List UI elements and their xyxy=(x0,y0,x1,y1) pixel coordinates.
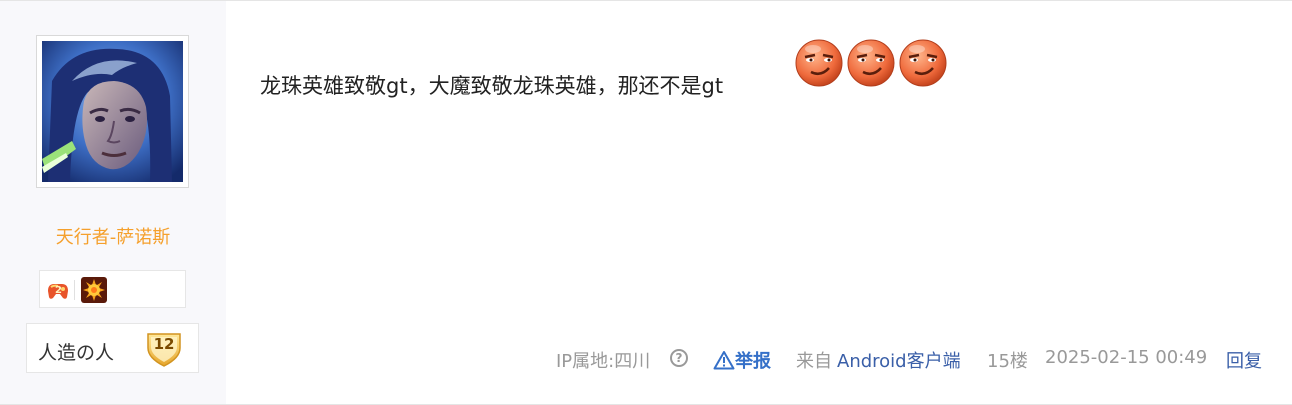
avatar[interactable] xyxy=(42,41,183,182)
post-datetime: 2025-02-15 00:49 xyxy=(1045,347,1208,368)
android-client-link[interactable]: Android客户端 xyxy=(837,347,961,373)
badge-row: 2 xyxy=(39,270,186,308)
report-button[interactable]: 举报 xyxy=(713,347,771,373)
source-prefix: 来自 xyxy=(796,351,832,372)
smirk-emoji-icon xyxy=(899,39,947,87)
post-footer: IP属地:四川 ? 举报 来自 Android客户端 15楼 2025-02-1… xyxy=(556,347,1262,373)
author-sidebar: 天行者-萨诺斯 2 人造の人 12 xyxy=(0,1,226,404)
smirk-emoji-icon xyxy=(795,39,843,87)
svg-text:2: 2 xyxy=(55,285,62,296)
post-text: 龙珠英雄致敬gt，大魔致敬龙珠英雄，那还不是gt xyxy=(260,74,724,98)
reply-button[interactable]: 回复 xyxy=(1226,347,1262,373)
username-link[interactable]: 天行者-萨诺斯 xyxy=(0,223,226,249)
post-floor: 天行者-萨诺斯 2 人造の人 12 龙珠英雄致敬gt，大魔致敬龙珠英雄，那还不是… xyxy=(0,0,1292,405)
floor-number: 15楼 xyxy=(987,351,1028,372)
smirk-emoji-icon xyxy=(847,39,895,87)
game-badge-icon[interactable]: 2 xyxy=(45,277,71,303)
warning-icon xyxy=(713,351,735,370)
level-title: 人造の人 xyxy=(38,342,115,364)
level-number: 12 xyxy=(153,335,175,353)
badge-divider xyxy=(74,280,75,300)
user-level-box[interactable]: 人造の人 12 xyxy=(26,323,199,373)
avatar-frame[interactable] xyxy=(36,35,189,188)
level-badge: 12 xyxy=(144,328,184,368)
ip-location: IP属地:四川 xyxy=(556,351,651,372)
sun-badge-icon[interactable] xyxy=(81,277,107,303)
post-content: 龙珠英雄致敬gt，大魔致敬龙珠英雄，那还不是gt xyxy=(260,37,1250,117)
report-label[interactable]: 举报 xyxy=(735,351,771,372)
